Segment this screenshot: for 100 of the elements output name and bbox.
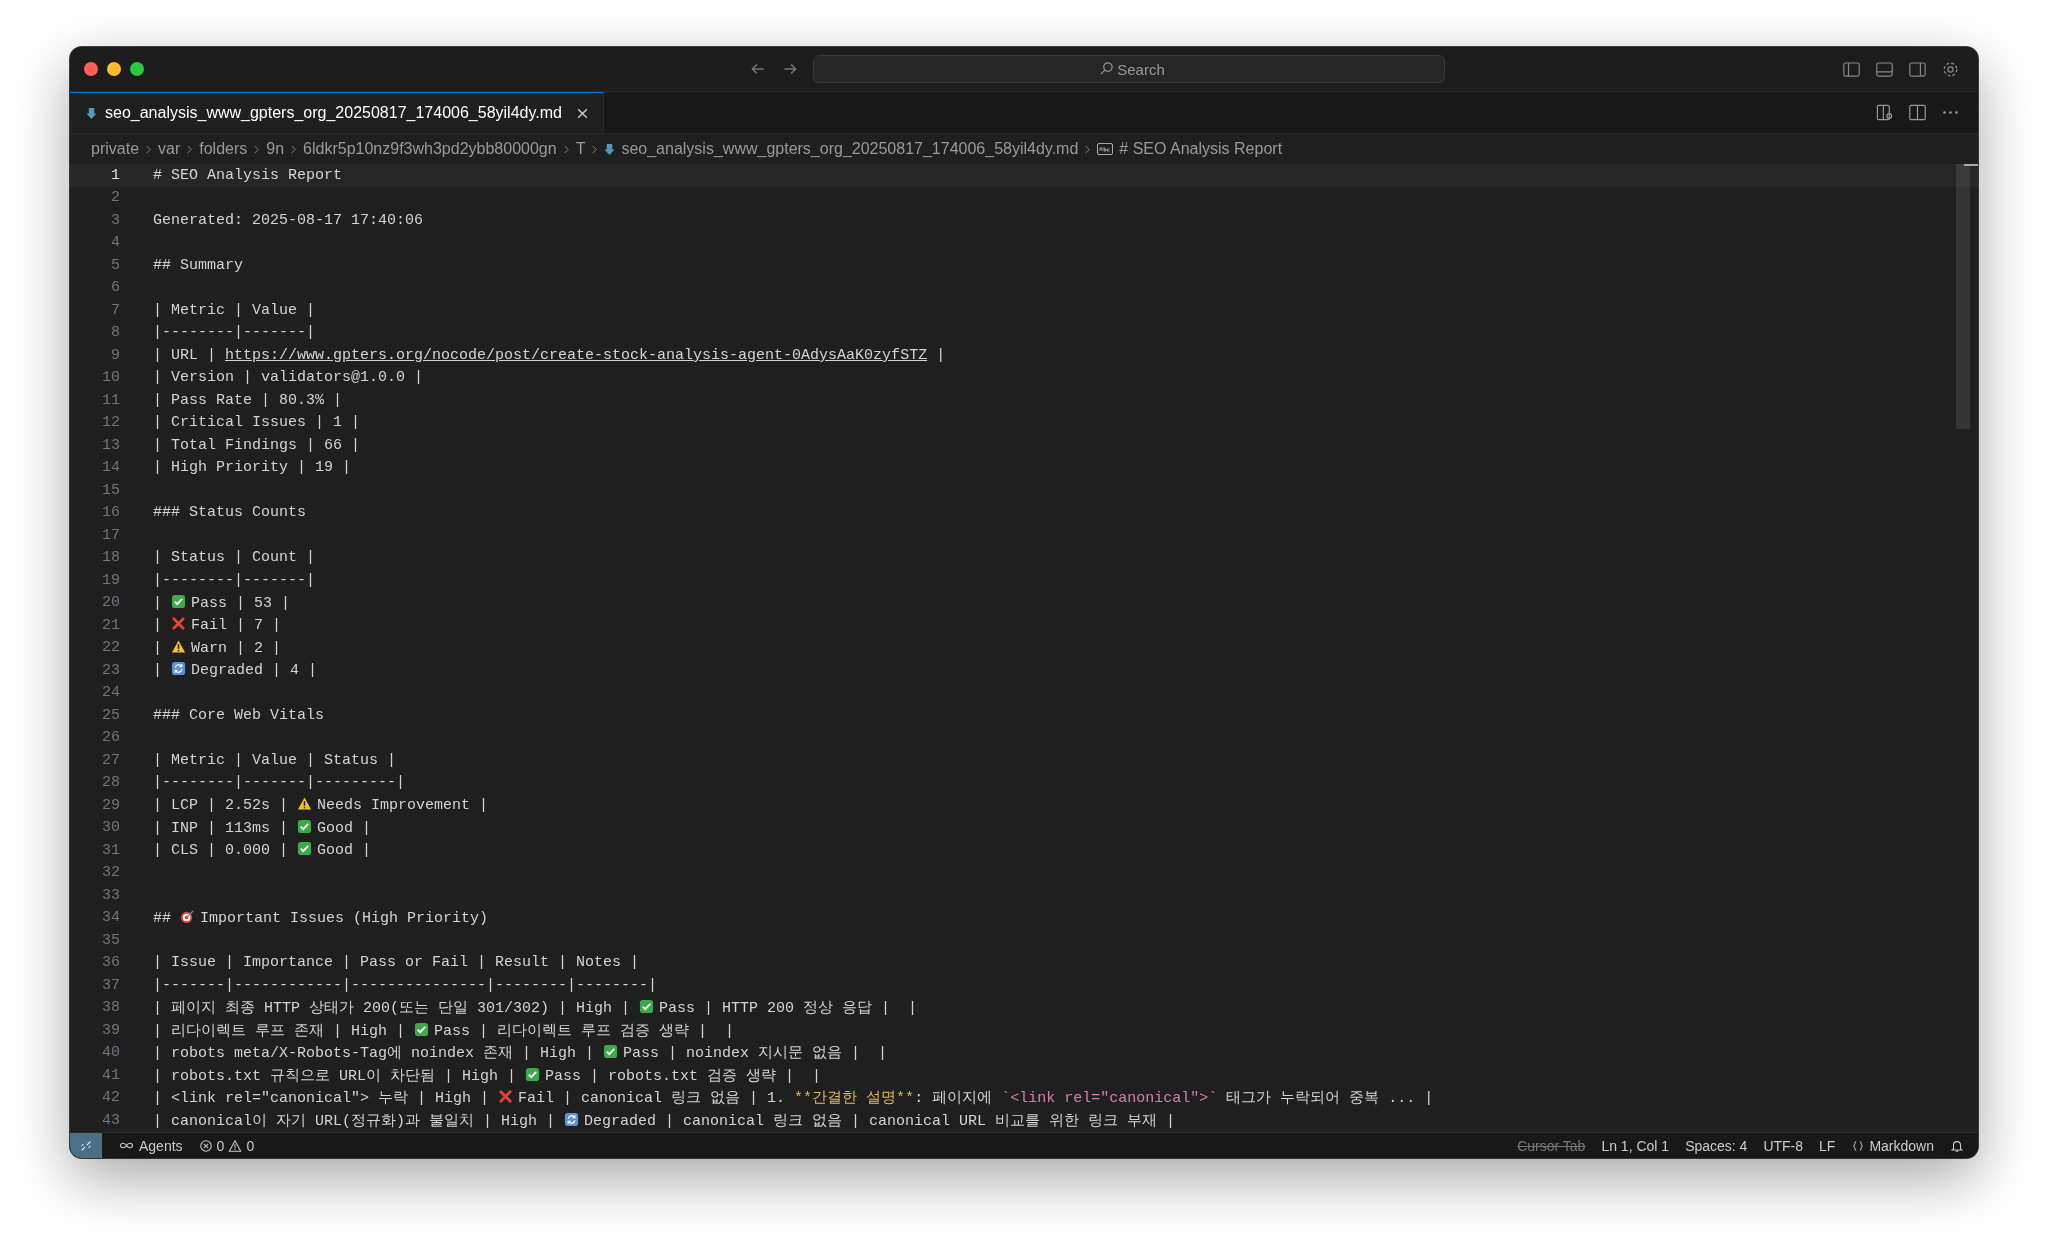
status-item[interactable]: LF — [1819, 1137, 1836, 1154]
breadcrumb-item[interactable]: 9n — [266, 140, 285, 158]
line-number: 38 — [101, 999, 120, 1017]
code-text: | robots.txt 규칙으로 URL이 차단됨 | High | — [153, 1067, 517, 1085]
code-text: | — [935, 346, 946, 364]
warning-count[interactable]: 0 — [246, 1137, 255, 1154]
line-number: 37 — [101, 976, 120, 994]
code-text: Good | — [317, 819, 372, 837]
code-line: | Status | Count | — [153, 549, 316, 567]
line-number: 24 — [101, 684, 120, 702]
code-line: | High Priority | 19 | — [153, 459, 352, 477]
minimize-window-button[interactable] — [107, 62, 121, 76]
refresh-icon — [564, 1111, 580, 1127]
code-text: 태그가 누락되어 중복 ... | — [1225, 1090, 1434, 1108]
code-text: Degraded | 4 | — [191, 662, 318, 680]
scrollbar-thumb[interactable] — [1956, 164, 1970, 429]
line-number: 41 — [101, 1066, 120, 1084]
error-count[interactable]: 0 — [216, 1137, 225, 1154]
code-line: | Total Findings | 66 | — [153, 436, 361, 454]
preview-icon[interactable] — [1875, 103, 1894, 122]
code-line: ## Summary — [153, 256, 243, 274]
code-text: | <link rel="canonical"> 누락 | High | — [153, 1090, 490, 1108]
infinity-icon — [118, 1141, 135, 1150]
target-icon — [180, 908, 195, 924]
status-item[interactable]: Spaces: 4 — [1685, 1137, 1748, 1154]
cross-icon — [498, 1089, 514, 1105]
code-text: | — [153, 594, 162, 612]
line-number: 4 — [110, 234, 120, 252]
panel-toggle-icon[interactable] — [1875, 59, 1894, 79]
breadcrumb-item[interactable]: T — [575, 140, 586, 158]
check-icon — [297, 841, 313, 857]
line-number: 16 — [101, 504, 120, 522]
code-line: | Metric | Value | — [153, 301, 316, 319]
chevron-icon — [290, 143, 298, 155]
line-number: 32 — [101, 864, 120, 882]
line-number: 18 — [101, 549, 120, 567]
braces-icon — [1851, 1138, 1866, 1153]
line-number: 28 — [101, 774, 120, 792]
code-line: ### Status Counts — [153, 504, 307, 522]
status-item[interactable]: Ln 1, Col 1 — [1601, 1137, 1670, 1154]
chevron-icon — [562, 143, 570, 155]
agents-label[interactable]: Agents — [139, 1137, 183, 1154]
code-text: Pass | 리다이렉트 루프 검증 생략 | | — [434, 1022, 735, 1040]
search-icon — [1099, 61, 1114, 76]
line-number: 23 — [101, 661, 120, 679]
code-line: |--------|-------| — [153, 324, 316, 342]
warning-icon — [171, 638, 186, 654]
code-line: |-------|------------|---------------|--------|--------| — [153, 976, 658, 994]
line-number: 43 — [101, 1111, 120, 1129]
search-field[interactable]: Search — [813, 55, 1445, 83]
language-mode[interactable]: Markdown — [1869, 1137, 1934, 1154]
code-text: | — [153, 617, 162, 635]
breadcrumb-item[interactable]: private — [91, 140, 140, 158]
code-line: |--------|-------| — [153, 571, 316, 589]
line-number: 40 — [101, 1044, 120, 1062]
status-item[interactable]: UTF-8 — [1763, 1137, 1804, 1154]
line-number: 33 — [101, 886, 120, 904]
markdown-file-icon — [86, 106, 97, 120]
breadcrumb-item[interactable]: folders — [199, 140, 248, 158]
line-number: 6 — [110, 279, 120, 297]
sidebar-toggle-icon[interactable] — [1842, 59, 1861, 79]
link[interactable]: https://www.gpters.org/nocode/post/create-stock-analysis-agent-0AdysAaK0zyfSTZ — [225, 346, 928, 364]
code-text: | CLS | 0.000 | — [153, 842, 289, 860]
breadcrumb-item[interactable]: seo_analysis_www_gpters_org_20250817_174006_58yil4dy.md — [621, 140, 1079, 158]
bold-text: **간결한 설명** — [794, 1090, 915, 1108]
chevron-icon — [253, 143, 261, 155]
remote-button[interactable] — [70, 1133, 102, 1158]
line-number: 7 — [110, 301, 120, 319]
bell-icon[interactable] — [1950, 1138, 1964, 1153]
check-icon — [414, 1021, 430, 1037]
line-number: 1 — [110, 166, 120, 184]
check-icon — [171, 593, 186, 609]
breadcrumb-item[interactable]: 6ldkr5p10nz9f3wh3pd2ybb80000gn — [303, 140, 557, 158]
line-number: 14 — [101, 459, 120, 477]
line-number: 15 — [101, 481, 120, 499]
code-text: | 리다이렉트 루프 존재 | High | — [153, 1022, 406, 1040]
code-text: | — [153, 662, 162, 680]
code-line: | Pass Rate | 80.3% | — [153, 391, 343, 409]
line-number: 35 — [101, 931, 120, 949]
check-icon — [639, 999, 655, 1015]
line-number: 20 — [101, 594, 120, 612]
zoom-window-button[interactable] — [130, 62, 144, 76]
breadcrumb-item[interactable]: var — [158, 140, 181, 158]
line-number: 34 — [101, 909, 120, 927]
close-window-button[interactable] — [84, 62, 98, 76]
close-icon[interactable] — [575, 106, 589, 120]
breadcrumb-item[interactable]: # SEO Analysis Report — [1119, 140, 1283, 158]
code-text: Pass | robots.txt 검증 생략 | | — [545, 1067, 822, 1085]
line-number: 39 — [101, 1021, 120, 1039]
editor-tab[interactable]: seo_analysis_www_gpters_org_20250817_174006_58yil4dy.md — [70, 92, 604, 133]
markdown-file-icon — [604, 142, 616, 156]
line-number: 27 — [101, 751, 120, 769]
code-text: | canonical이 자기 URL(정규화)과 불일치 | High | — [153, 1112, 556, 1130]
code-line: ### Core Web Vitals — [153, 706, 325, 724]
secondary-sidebar-icon[interactable] — [1908, 59, 1927, 79]
code-text: | robots meta/X-Robots-Tag에 noindex 존재 | High | — [153, 1045, 595, 1063]
split-editor-icon[interactable] — [1908, 103, 1927, 122]
error-icon — [198, 1138, 213, 1153]
chevron-icon — [1084, 143, 1092, 155]
line-number: 19 — [101, 571, 120, 589]
